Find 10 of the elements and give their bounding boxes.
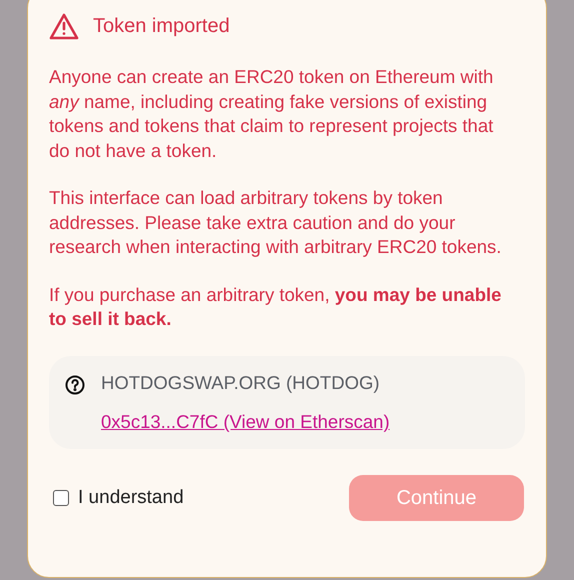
warning-paragraph: This interface can load arbitrary tokens by token addresses. Please take extra caution and do your research when interacting with arbitrary ERC20 tokens. <box>49 186 502 259</box>
warning-paragraph: If you purchase an arbitrary token, you may be unable to sell it back. <box>49 282 502 331</box>
question-icon <box>65 374 85 394</box>
dialog-title: Token imported <box>93 14 230 39</box>
warning-paragraph: Anyone can create an ERC20 token on Ethereum with any name, including creating fake versions of existing tokens and tokens that claim to represent projects that do not have a token. <box>49 65 494 162</box>
etherscan-link[interactable]: 0x5c13...C7fC (View on Etherscan) <box>101 408 390 436</box>
token-name: HOTDOGSWAP.ORG (HOTDOG) <box>101 370 381 395</box>
understand-checkbox[interactable] <box>53 490 69 506</box>
warning-icon <box>49 12 79 40</box>
understand-label: I understand <box>78 486 184 510</box>
